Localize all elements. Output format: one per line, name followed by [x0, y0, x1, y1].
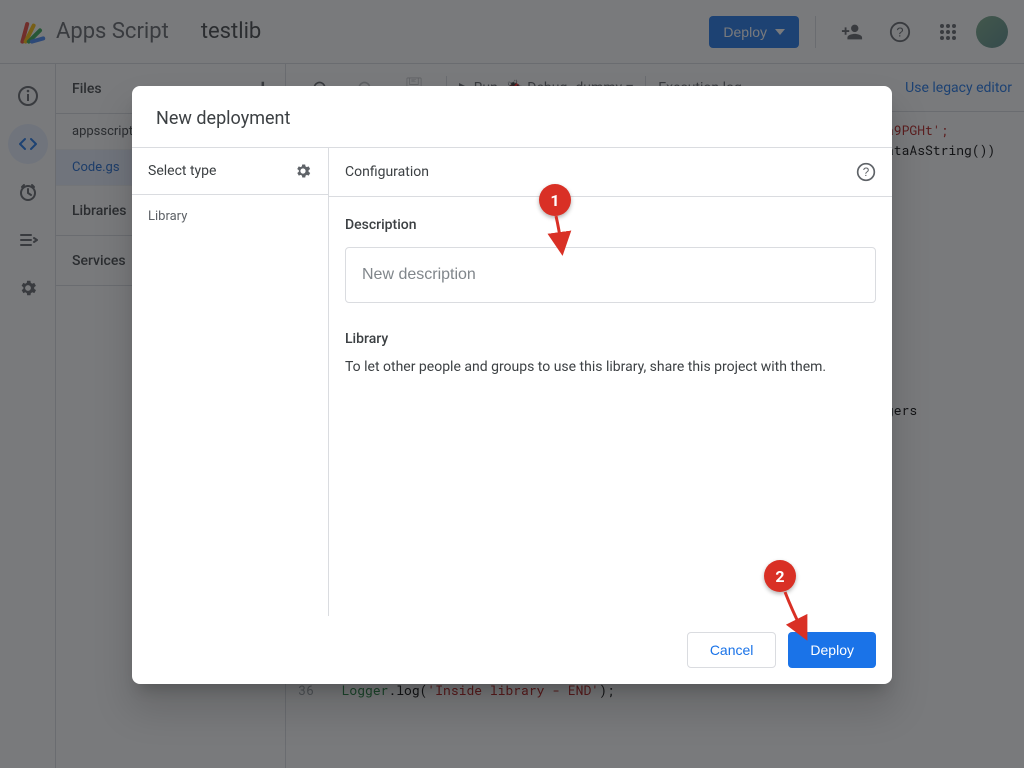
configuration-label: Configuration	[345, 164, 429, 180]
callout-1: 1	[539, 184, 571, 216]
gear-icon[interactable]	[294, 162, 312, 180]
new-deployment-dialog: New deployment Select type Library Confi…	[132, 86, 892, 684]
dialog-type-panel: Select type Library	[132, 148, 329, 616]
library-note: To let other people and groups to use th…	[345, 359, 876, 375]
type-library-item[interactable]: Library	[132, 195, 328, 238]
description-label: Description	[345, 217, 876, 233]
callout-2: 2	[764, 560, 796, 592]
select-type-label: Select type	[148, 163, 216, 179]
arrow-2-icon	[782, 590, 812, 640]
library-section-label: Library	[345, 331, 876, 347]
dialog-actions: Cancel Deploy	[132, 616, 892, 684]
dialog-title: New deployment	[132, 86, 892, 147]
help-icon[interactable]: ?	[856, 162, 876, 182]
description-input[interactable]	[345, 247, 876, 303]
cancel-button[interactable]: Cancel	[687, 632, 777, 668]
arrow-1-icon	[551, 214, 571, 254]
svg-text:?: ?	[863, 166, 870, 179]
